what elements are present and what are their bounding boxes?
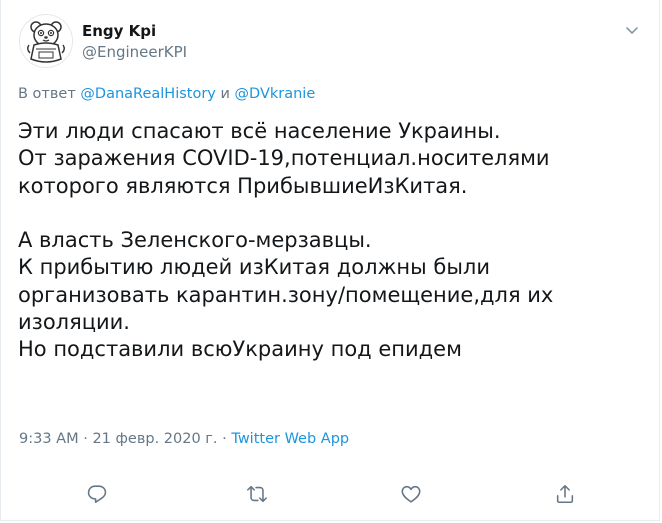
tweet-line: Но подставили всюУкраину под епидем — [18, 337, 462, 362]
tweet-meta: 9:33 AM · 21 февр. 2020 г. · Twitter Web… — [19, 429, 349, 449]
chevron-down-icon — [626, 27, 638, 34]
replying-to: В ответ @DanaRealHistory и @DVkranie — [18, 84, 315, 104]
retweet-icon — [247, 485, 267, 503]
tweet-date[interactable]: 21 февр. 2020 г. — [92, 431, 217, 447]
tweet-line: организовать карантин.зону/помещение,для… — [18, 282, 554, 307]
tweet-text: Эти люди спасают всё население Украины. … — [18, 118, 648, 364]
avatar[interactable] — [19, 14, 73, 68]
tweet-line: которого являются ПрибывшиеИзКитая. — [18, 173, 468, 198]
author-handle[interactable]: @EngineerKPI — [82, 42, 187, 62]
like-button[interactable] — [395, 478, 427, 510]
tweet-line-blank — [18, 200, 648, 227]
retweet-button[interactable] — [241, 478, 273, 510]
tweet-source-link[interactable]: Twitter Web App — [231, 431, 349, 447]
author-display-name[interactable]: Engy Kpi — [82, 21, 156, 41]
meta-separator: · — [217, 431, 232, 447]
action-bar — [1, 478, 661, 510]
share-button[interactable] — [549, 478, 581, 510]
tweet-line: К прибытию людей изКитая должны были — [18, 255, 490, 280]
reply-user-link[interactable]: @DanaRealHistory — [80, 86, 215, 102]
tweet-card: Engy Kpi @EngineerKPI В ответ @DanaRealH… — [0, 0, 660, 521]
reply-conjunction: и — [215, 86, 235, 102]
tweet-line: А власть Зеленского-мерзавцы. — [18, 228, 372, 253]
reply-user-link[interactable]: @DVkranie — [235, 86, 316, 102]
tweet-line: Эти люди спасают всё население Украины. — [18, 119, 501, 143]
heart-icon — [401, 485, 421, 503]
tweet-line: От заражения COVID-19,потенциал.носителя… — [18, 146, 550, 171]
reply-button[interactable] — [81, 478, 113, 510]
tweet-line: изоляции. — [18, 310, 130, 335]
tweet-time[interactable]: 9:33 AM — [19, 431, 79, 447]
reply-prefix: В ответ — [18, 86, 81, 102]
bear-avatar-icon — [20, 15, 72, 67]
meta-separator: · — [78, 431, 93, 447]
reply-icon — [87, 485, 107, 504]
share-icon — [556, 484, 574, 504]
more-options-caret[interactable] — [622, 20, 642, 40]
